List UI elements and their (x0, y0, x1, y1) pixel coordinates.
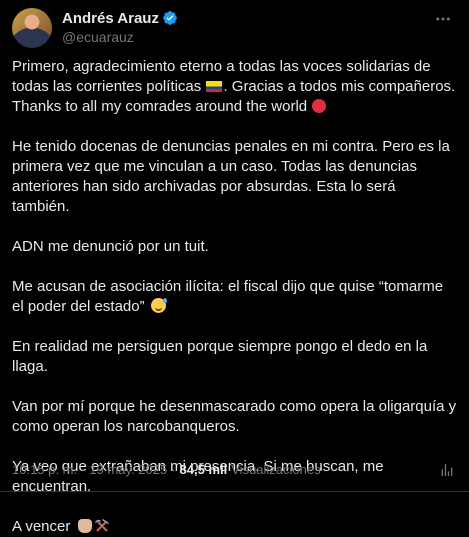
more-options-button[interactable] (433, 10, 453, 28)
raised-fist-icon (77, 519, 92, 533)
author-handle[interactable]: @ecuarauz (62, 29, 178, 45)
paragraph-text: A vencer (12, 518, 75, 535)
red-circle-icon (312, 99, 327, 113)
paragraph: ADN me denunció por un tuit. (12, 238, 209, 255)
view-analytics-button[interactable] (439, 462, 455, 478)
paragraph: En realidad me persiguen porque siempre … (12, 338, 428, 375)
verified-badge-icon (163, 11, 177, 25)
post-date[interactable]: 19 may. 2025 (89, 462, 167, 477)
paragraph-text: Me acusan de asociación ilícita: el fisc… (12, 278, 444, 315)
hammer-and-pick-icon (94, 519, 109, 532)
paragraph: Primero, agradecimiento eterno a todas l… (12, 57, 457, 117)
paragraph: Me acusan de asociación ilícita: el fisc… (12, 277, 457, 317)
meta-separator: · (81, 462, 86, 477)
post-time[interactable]: 10:15 p. m. (12, 462, 77, 477)
analytics-icon (441, 464, 453, 476)
ecuador-flag-icon (206, 81, 223, 92)
name-row: Andrés Arauz (62, 8, 178, 28)
post-header: Andrés Arauz @ecuarauz (12, 8, 457, 52)
views-count: 84,5 mil (179, 462, 228, 477)
more-options-icon (436, 17, 450, 21)
paragraph: A vencer (12, 517, 457, 537)
paragraph: Van por mí porque he desenmascarado como… (12, 398, 457, 435)
author-display-name[interactable]: Andrés Arauz (62, 10, 159, 27)
views-label: Visualizaciones (231, 462, 321, 477)
sweat-smile-icon (150, 298, 167, 313)
author-info: Andrés Arauz @ecuarauz (62, 8, 178, 45)
avatar[interactable] (12, 8, 52, 48)
post: Andrés Arauz @ecuarauz Primero, agradeci… (0, 0, 469, 535)
paragraph: He tenido docenas de denuncias penales e… (12, 138, 450, 215)
post-meta: 10:15 p. m. · 19 may. 2025 · 84,5 mil Vi… (12, 462, 321, 477)
meta-separator: · (171, 462, 176, 477)
